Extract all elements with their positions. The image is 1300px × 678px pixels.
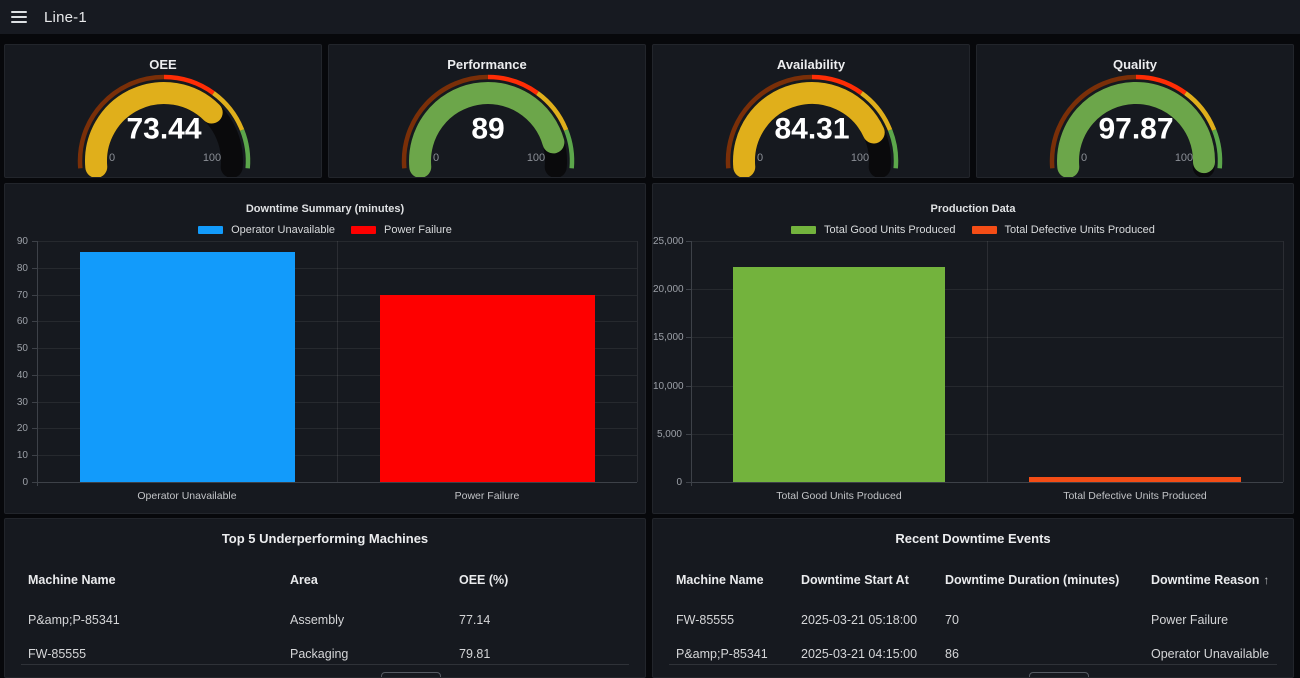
column-header-oee[interactable]: OEE (%) [459, 573, 635, 587]
dashboard-title: Line-1 [44, 9, 87, 26]
y-axis-tick-label: 0 [5, 477, 28, 488]
top-nav-bar: Line-1 [0, 0, 1300, 34]
y-axis-tick-label: 30 [5, 397, 28, 408]
cell-oee: 77.14 [459, 613, 635, 627]
y-axis-tick-label: 20,000 [653, 284, 682, 295]
svg-text:100: 100 [1175, 152, 1193, 164]
table-footer-divider [21, 664, 629, 665]
bar-chart-plot: 0 10 20 30 40 50 60 70 80 90 Operator Unavailable P… [5, 184, 645, 513]
table-row: P&amp;P-85341 Assembly 77.14 [28, 606, 635, 634]
bar-operator-unavailable[interactable] [80, 252, 295, 482]
y-axis-tick-label: 10,000 [653, 381, 682, 392]
gauge-title: Quality [977, 57, 1293, 72]
sort-ascending-icon: ↑ [1263, 573, 1269, 587]
panel-production-data-chart: Production Data Total Good Units Produce… [652, 183, 1294, 514]
svg-text:73.44: 73.44 [126, 113, 201, 146]
y-axis-tick-label: 25,000 [653, 236, 682, 247]
bar-power-failure[interactable] [380, 295, 595, 482]
svg-text:97.87: 97.87 [1098, 113, 1173, 146]
svg-text:84.31: 84.31 [774, 113, 849, 146]
gauge-performance: 89 0 100 [329, 71, 646, 177]
cell-downtime-reason: Power Failure [1151, 613, 1283, 627]
cell-machine-name: FW-85555 [28, 647, 290, 661]
table-title: Top 5 Underperforming Machines [5, 531, 645, 546]
svg-text:0: 0 [1081, 152, 1087, 164]
y-axis-tick-label: 0 [653, 477, 682, 488]
y-axis-tick-label: 20 [5, 423, 28, 434]
svg-text:0: 0 [109, 152, 115, 164]
cell-area: Packaging [290, 647, 459, 661]
panel-downtime-summary-chart: Downtime Summary (minutes) Operator Unav… [4, 183, 646, 514]
y-axis-tick-label: 5,000 [653, 429, 682, 440]
svg-text:100: 100 [527, 152, 545, 164]
cell-machine-name: P&amp;P-85341 [676, 647, 801, 661]
bar-total-good-units-produced[interactable] [733, 267, 945, 482]
cell-machine-name: FW-85555 [676, 613, 801, 627]
column-header-downtime-start[interactable]: Downtime Start At [801, 573, 945, 587]
y-axis-tick-label: 10 [5, 450, 28, 461]
y-axis-tick-label: 90 [5, 236, 28, 247]
cell-oee: 79.81 [459, 647, 635, 661]
pagination-button[interactable] [1029, 672, 1089, 678]
svg-text:0: 0 [433, 152, 439, 164]
x-axis-tick-label: Total Good Units Produced [719, 490, 959, 502]
column-header-downtime-duration[interactable]: Downtime Duration (minutes) [945, 573, 1151, 587]
cell-machine-name: P&amp;P-85341 [28, 613, 290, 627]
cell-downtime-reason: Operator Unavailable [1151, 647, 1283, 661]
gauge-quality: 97.87 0 100 [977, 71, 1294, 177]
panel-gauge-performance: Performance 89 0 100 [328, 44, 646, 178]
svg-text:100: 100 [851, 152, 869, 164]
panel-underperforming-machines-table: Top 5 Underperforming Machines Machine N… [4, 518, 646, 678]
y-axis-tick-label: 40 [5, 370, 28, 381]
svg-text:89: 89 [471, 113, 504, 146]
panel-recent-downtime-events-table: Recent Downtime Events Machine Name Down… [652, 518, 1294, 678]
column-header-area[interactable]: Area [290, 573, 459, 587]
y-axis-tick-label: 60 [5, 316, 28, 327]
column-header-machine-name[interactable]: Machine Name [676, 573, 801, 587]
column-header-downtime-reason[interactable]: Downtime Reason ↑ [1151, 573, 1283, 587]
bar-total-defective-units-produced[interactable] [1029, 477, 1241, 482]
y-axis-tick-label: 15,000 [653, 332, 682, 343]
svg-text:100: 100 [203, 152, 221, 164]
cell-downtime-duration: 86 [945, 647, 1151, 661]
table-header-row: Machine Name Area OEE (%) [28, 571, 635, 589]
panel-gauge-quality: Quality 97.87 0 100 [976, 44, 1294, 178]
pagination-button[interactable] [381, 672, 441, 678]
x-axis-tick-label: Total Defective Units Produced [1015, 490, 1255, 502]
table-title: Recent Downtime Events [653, 531, 1293, 546]
table-footer-divider [669, 664, 1277, 665]
y-axis-tick-label: 50 [5, 343, 28, 354]
gauge-title: Availability [653, 57, 969, 72]
panel-gauge-oee: OEE 73.44 0 100 [4, 44, 322, 178]
column-header-machine-name[interactable]: Machine Name [28, 573, 290, 587]
svg-text:0: 0 [757, 152, 763, 164]
cell-downtime-duration: 70 [945, 613, 1151, 627]
gauge-oee: 73.44 0 100 [5, 71, 322, 177]
gauge-title: Performance [329, 57, 645, 72]
table-header-row: Machine Name Downtime Start At Downtime … [676, 571, 1283, 589]
y-axis-tick-label: 70 [5, 290, 28, 301]
cell-area: Assembly [290, 613, 459, 627]
bar-chart-plot: 0 5,000 10,000 15,000 20,000 25,000 Total Good… [653, 184, 1293, 513]
y-axis-tick-label: 80 [5, 263, 28, 274]
x-axis-tick-label: Power Failure [367, 490, 607, 502]
panel-gauge-availability: Availability 84.31 0 100 [652, 44, 970, 178]
gauge-title: OEE [5, 57, 321, 72]
gauge-availability: 84.31 0 100 [653, 71, 970, 177]
cell-downtime-start: 2025-03-21 04:15:00 [801, 647, 945, 661]
table-row: FW-85555 2025-03-21 05:18:00 70 Power Fa… [676, 606, 1283, 634]
x-axis-tick-label: Operator Unavailable [67, 490, 307, 502]
menu-hamburger-icon[interactable] [2, 0, 36, 34]
cell-downtime-start: 2025-03-21 05:18:00 [801, 613, 945, 627]
